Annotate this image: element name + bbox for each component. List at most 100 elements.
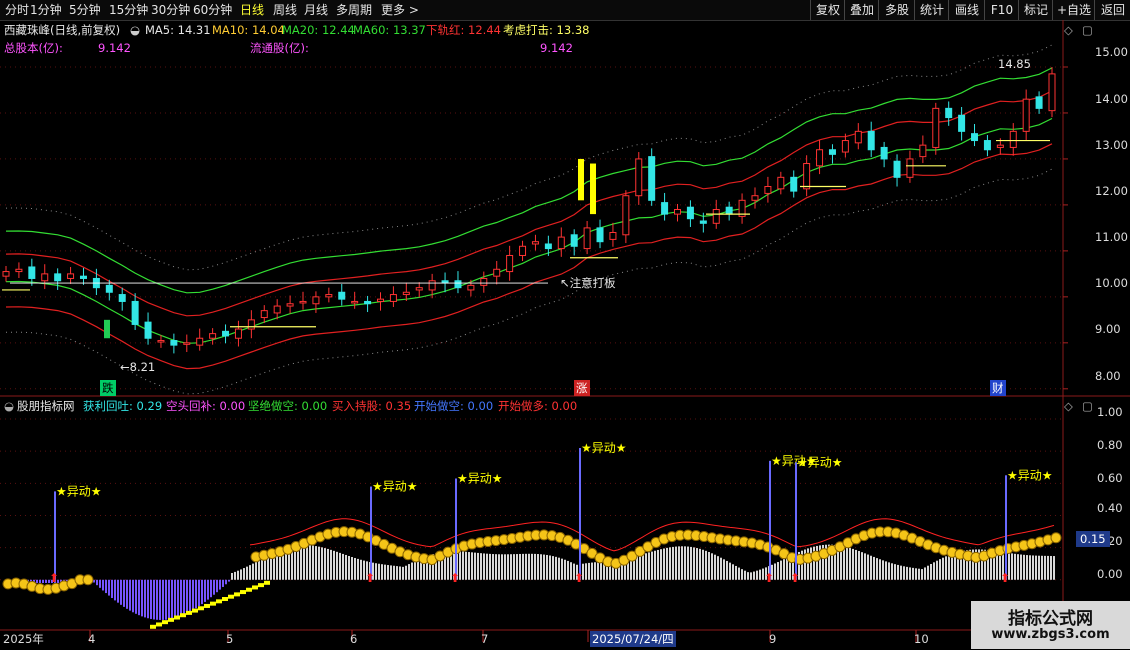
indicator-bar bbox=[180, 579, 182, 616]
indicator-step bbox=[180, 613, 186, 618]
indicator-step bbox=[252, 585, 258, 590]
indicator-bar bbox=[189, 579, 191, 612]
indicator-bar bbox=[1038, 555, 1040, 580]
layout-icon[interactable]: ▢ bbox=[1082, 398, 1093, 414]
abnormal-label: ★异动★ bbox=[457, 472, 503, 486]
diamond-icon[interactable]: ◇ bbox=[1064, 398, 1073, 414]
candle-body bbox=[351, 300, 359, 304]
indicator-bar bbox=[540, 554, 542, 580]
indicator-bar bbox=[45, 579, 47, 583]
indicator-bar bbox=[156, 579, 158, 620]
lower-band-label: 下轨红: 12.44 bbox=[426, 23, 501, 37]
candle-body bbox=[209, 333, 217, 339]
candle-body bbox=[712, 209, 720, 224]
indicator-bar bbox=[480, 553, 482, 580]
kline-chart[interactable]: ⬆★异动★⬆★异动★⬆★异动★⬆★异动★⬆★异动★⬆★异动★⬆★异动★ bbox=[0, 0, 1130, 650]
indicator-bar bbox=[849, 547, 851, 580]
indicator-bar bbox=[303, 545, 305, 580]
candle-body bbox=[312, 296, 320, 305]
indicator-bar bbox=[732, 564, 734, 580]
indicator-bar bbox=[852, 548, 854, 580]
short-cover: 空头回补: 0.00 bbox=[166, 399, 246, 413]
indicator-bar bbox=[1029, 555, 1031, 580]
candle-body bbox=[570, 234, 578, 247]
indicator-bar bbox=[342, 553, 344, 580]
indicator-bar bbox=[318, 546, 320, 580]
indicator-bar bbox=[738, 567, 740, 580]
candle-body bbox=[41, 273, 49, 282]
indicator-bar bbox=[510, 554, 512, 580]
candle-body bbox=[596, 227, 604, 243]
indicator-bar bbox=[525, 553, 527, 580]
indicator-bar bbox=[906, 566, 908, 580]
indicator-bar bbox=[648, 552, 650, 580]
indicator-bar bbox=[177, 579, 179, 618]
diamond-icon[interactable]: ◇ bbox=[1064, 22, 1073, 38]
indicator-bar bbox=[522, 553, 524, 580]
candle-body bbox=[803, 163, 811, 190]
limit-up-note-text: 注意打板 bbox=[569, 276, 616, 290]
indicator-bar bbox=[669, 547, 671, 580]
indicator-bar bbox=[114, 579, 116, 601]
indicator-bar bbox=[261, 558, 263, 580]
indicator-bar bbox=[504, 554, 506, 580]
indicator-step bbox=[192, 608, 198, 613]
price-tick: 10.00 bbox=[1095, 276, 1128, 290]
indicator-bar bbox=[165, 579, 167, 620]
indicator-bar bbox=[723, 559, 725, 580]
candle-body bbox=[1022, 98, 1030, 132]
indicator-toggle-icon[interactable]: ◒ bbox=[4, 398, 14, 414]
indicator-bar bbox=[345, 554, 347, 580]
price-tick: 13.00 bbox=[1095, 138, 1128, 152]
indicator-bar bbox=[153, 579, 155, 620]
indicator-bar bbox=[909, 567, 911, 580]
indicator-bar bbox=[126, 579, 128, 609]
indicator-step bbox=[168, 617, 174, 622]
indicator-bar bbox=[927, 565, 929, 580]
indicator-bar bbox=[105, 579, 107, 594]
indicator-bar bbox=[387, 565, 389, 580]
price-tick: 12.00 bbox=[1095, 184, 1128, 198]
candle-body bbox=[247, 319, 255, 330]
indicator-bar bbox=[684, 546, 686, 580]
indicator-bar bbox=[519, 553, 521, 580]
indicator-bar bbox=[477, 552, 479, 580]
indicator-bar bbox=[531, 553, 533, 580]
indicator-step bbox=[210, 601, 216, 606]
indicator-bar bbox=[228, 579, 230, 582]
indicator-bar bbox=[222, 579, 224, 587]
indicator-bar bbox=[471, 552, 473, 580]
float-shares-value: 9.142 bbox=[540, 41, 573, 55]
buy-arrow-icon: ⬆ bbox=[574, 571, 584, 585]
indicator-bar bbox=[495, 554, 497, 580]
indicator-bar bbox=[462, 551, 464, 580]
indicator-bar bbox=[729, 562, 731, 580]
indicator-bar bbox=[207, 579, 209, 600]
candle-body bbox=[454, 280, 462, 289]
candle-body bbox=[557, 236, 565, 250]
indicator-bar bbox=[516, 554, 518, 580]
indicator-bar bbox=[912, 567, 914, 580]
indicator-bar bbox=[315, 546, 317, 580]
collapse-icon[interactable]: ◒ bbox=[130, 22, 140, 38]
abnormal-label: ★异动★ bbox=[581, 441, 627, 455]
smiley-coin bbox=[82, 574, 94, 586]
indicator-bar bbox=[690, 546, 692, 580]
indicator-bar bbox=[543, 554, 545, 580]
limit-up-candle bbox=[590, 163, 596, 215]
indicator-bar bbox=[198, 579, 200, 607]
candle-body bbox=[519, 245, 527, 256]
indicator-bar bbox=[144, 579, 146, 618]
indicator-step bbox=[258, 583, 264, 588]
indicator-bar bbox=[750, 572, 752, 580]
indicator-bar bbox=[393, 565, 395, 580]
layout-icon[interactable]: ▢ bbox=[1082, 22, 1093, 38]
indicator-tick: 0.00 bbox=[1097, 567, 1123, 581]
candle-body bbox=[841, 140, 849, 153]
candle-body bbox=[415, 287, 423, 291]
indicator-bar bbox=[36, 579, 38, 583]
indicator-bar bbox=[357, 558, 359, 580]
indicator-bar bbox=[666, 547, 668, 580]
indicator-bar bbox=[162, 579, 164, 620]
abnormal-label: ★异动★ bbox=[372, 480, 418, 494]
